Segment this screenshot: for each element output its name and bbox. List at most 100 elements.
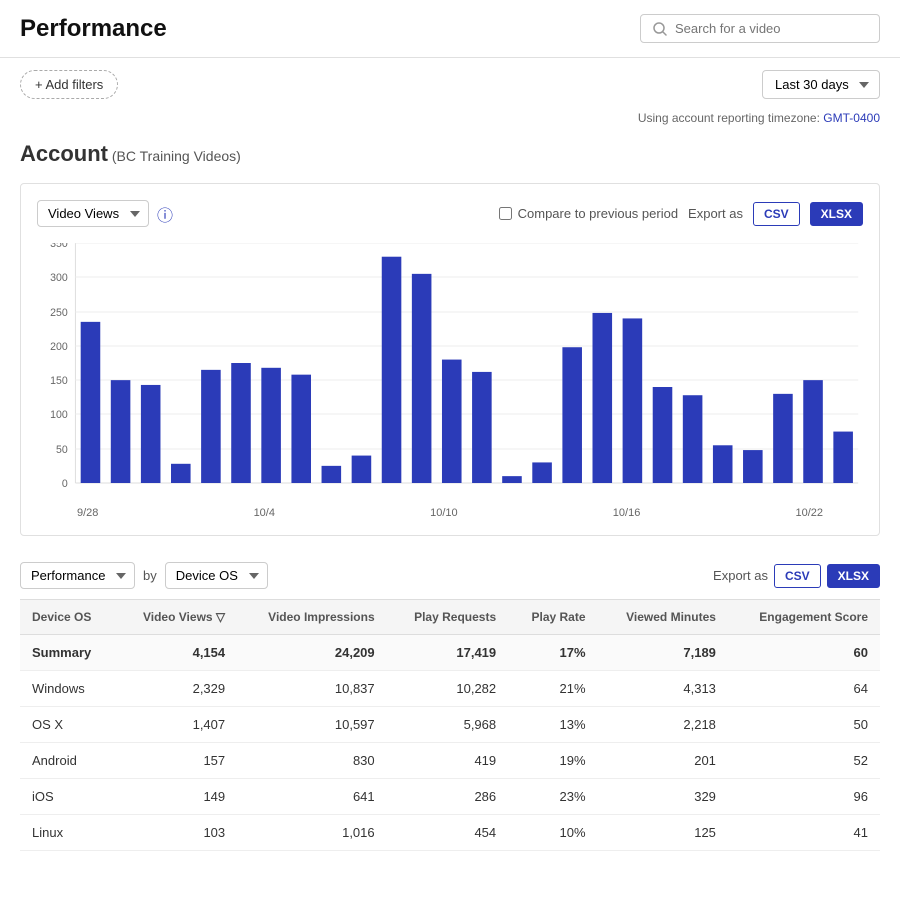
- cell-viewed_minutes: 2,218: [598, 707, 728, 743]
- cell-engagement_score: 96: [728, 779, 880, 815]
- cell-video_views: 1,407: [116, 707, 238, 743]
- cell-engagement_score: 52: [728, 743, 880, 779]
- cell-video_impressions: 10,597: [237, 707, 387, 743]
- chart-xlsx-button[interactable]: XLSX: [810, 202, 863, 226]
- cell-video_impressions: 830: [237, 743, 387, 779]
- chart-csv-button[interactable]: CSV: [753, 202, 800, 226]
- account-sub: (BC Training Videos): [112, 148, 241, 164]
- compare-checkbox-label[interactable]: Compare to previous period: [499, 206, 678, 221]
- table-row: Linux1031,01645410%12541: [20, 815, 880, 851]
- cell-play_rate: 23%: [508, 779, 597, 815]
- cell-video_views: 157: [116, 743, 238, 779]
- search-input[interactable]: [675, 21, 867, 36]
- page-title: Performance: [20, 15, 167, 43]
- cell-viewed_minutes: 201: [598, 743, 728, 779]
- cell-video_impressions: 10,837: [237, 671, 387, 707]
- summary-cell-play_rate: 17%: [508, 635, 597, 671]
- table-row: Windows2,32910,83710,28221%4,31364: [20, 671, 880, 707]
- account-heading: Account: [20, 141, 108, 166]
- cell-play_rate: 21%: [508, 671, 597, 707]
- cell-video_views: 149: [116, 779, 238, 815]
- cell-device_os: OS X: [20, 707, 116, 743]
- cell-device_os: iOS: [20, 779, 116, 815]
- summary-cell-viewed_minutes: 7,189: [598, 635, 728, 671]
- cell-device_os: Linux: [20, 815, 116, 851]
- summary-cell-video_impressions: 24,209: [237, 635, 387, 671]
- account-section: Account (BC Training Videos): [0, 133, 900, 183]
- search-icon: [653, 22, 667, 36]
- cell-viewed_minutes: 4,313: [598, 671, 728, 707]
- cell-engagement_score: 50: [728, 707, 880, 743]
- compare-checkbox[interactable]: [499, 207, 512, 220]
- col-play-rate: Play Rate: [508, 600, 597, 635]
- cell-device_os: Windows: [20, 671, 116, 707]
- svg-text:350: 350: [50, 243, 68, 250]
- cell-play_rate: 13%: [508, 707, 597, 743]
- performance-select[interactable]: Performance: [20, 562, 135, 589]
- date-range-select[interactable]: Last 7 days Last 30 days Last 90 days Cu…: [762, 70, 880, 99]
- group-by-select[interactable]: Device OS: [165, 562, 268, 589]
- cell-play_rate: 19%: [508, 743, 597, 779]
- cell-play_requests: 454: [387, 815, 509, 851]
- svg-text:50: 50: [56, 444, 68, 456]
- info-icon[interactable]: ⓘ: [157, 202, 173, 226]
- cell-play_requests: 419: [387, 743, 509, 779]
- table-xlsx-button[interactable]: XLSX: [827, 564, 880, 588]
- cell-video_impressions: 641: [237, 779, 387, 815]
- cell-play_requests: 5,968: [387, 707, 509, 743]
- table-section: Performance by Device OS Export as CSV X…: [20, 552, 880, 851]
- bar-chart: 0 50 100 150 200 250 300 350: [37, 243, 863, 503]
- header: Performance: [0, 0, 900, 58]
- col-viewed-minutes: Viewed Minutes: [598, 600, 728, 635]
- summary-row: Summary4,15424,20917,41917%7,18960: [20, 635, 880, 671]
- chart-controls: Video Views ⓘ Compare to previous period…: [37, 200, 863, 227]
- x-axis-label: 10/16: [613, 507, 641, 519]
- x-axis-label: 10/22: [795, 507, 823, 519]
- cell-engagement_score: 64: [728, 671, 880, 707]
- col-device-os: Device OS: [20, 600, 116, 635]
- summary-cell-engagement_score: 60: [728, 635, 880, 671]
- summary-cell-video_views: 4,154: [116, 635, 238, 671]
- table-row: OS X1,40710,5975,96813%2,21850: [20, 707, 880, 743]
- col-video-views: Video Views ▽: [116, 600, 238, 635]
- chart-right-controls: Compare to previous period Export as CSV…: [499, 202, 863, 226]
- cell-play_requests: 286: [387, 779, 509, 815]
- svg-text:0: 0: [62, 478, 68, 490]
- svg-text:150: 150: [50, 375, 68, 387]
- table-row: iOS14964128623%32996: [20, 779, 880, 815]
- timezone-link[interactable]: GMT-0400: [823, 111, 880, 125]
- x-axis-label: 10/10: [430, 507, 458, 519]
- cell-viewed_minutes: 125: [598, 815, 728, 851]
- summary-cell-device_os: Summary: [20, 635, 116, 671]
- cell-video_views: 103: [116, 815, 238, 851]
- x-axis-label: 10/4: [254, 507, 275, 519]
- chart-svg: 0 50 100 150 200 250 300 350: [37, 243, 863, 503]
- col-engagement-score: Engagement Score: [728, 600, 880, 635]
- table-controls: Performance by Device OS Export as CSV X…: [20, 552, 880, 599]
- summary-cell-play_requests: 17,419: [387, 635, 509, 671]
- cell-video_views: 2,329: [116, 671, 238, 707]
- svg-text:200: 200: [50, 341, 68, 353]
- table-export: Export as CSV XLSX: [713, 564, 880, 588]
- svg-text:300: 300: [50, 272, 68, 284]
- svg-text:100: 100: [50, 409, 68, 421]
- by-label: by: [143, 568, 157, 583]
- cell-video_impressions: 1,016: [237, 815, 387, 851]
- search-box[interactable]: [640, 14, 880, 43]
- x-axis-labels: 9/28 10/4 10/10 10/16 10/22: [37, 503, 863, 519]
- svg-text:250: 250: [50, 307, 68, 319]
- data-table: Device OS Video Views ▽ Video Impression…: [20, 599, 880, 851]
- x-axis-label: 9/28: [77, 507, 98, 519]
- col-play-requests: Play Requests: [387, 600, 509, 635]
- table-csv-button[interactable]: CSV: [774, 564, 821, 588]
- cell-play_rate: 10%: [508, 815, 597, 851]
- table-export-label: Export as: [713, 568, 768, 583]
- chart-card: Video Views ⓘ Compare to previous period…: [20, 183, 880, 536]
- col-video-impressions: Video Impressions: [237, 600, 387, 635]
- filters-bar: + Add filters Last 7 days Last 30 days L…: [0, 58, 900, 111]
- table-row: Android15783041919%20152: [20, 743, 880, 779]
- cell-play_requests: 10,282: [387, 671, 509, 707]
- metric-select[interactable]: Video Views: [37, 200, 149, 227]
- cell-device_os: Android: [20, 743, 116, 779]
- add-filters-button[interactable]: + Add filters: [20, 70, 118, 99]
